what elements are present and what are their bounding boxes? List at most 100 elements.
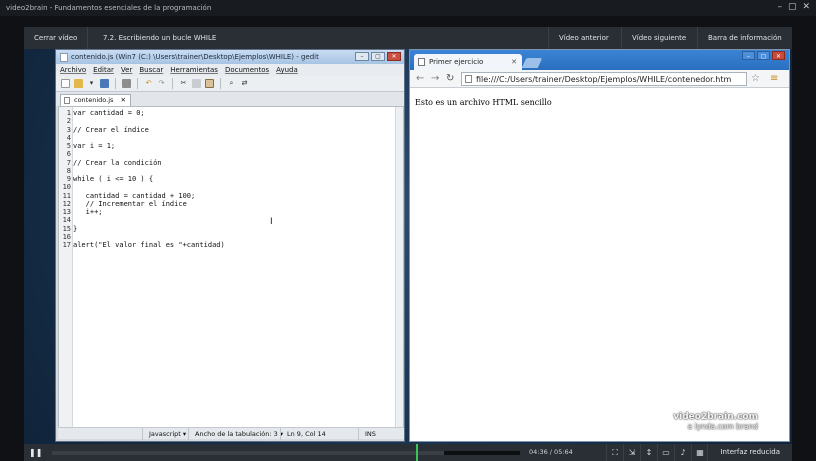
menu-ver[interactable]: Ver: [121, 64, 132, 76]
code-line: 6: [59, 150, 225, 158]
gedit-menubar: Archivo Editar Ver Buscar Herramientas D…: [56, 64, 404, 76]
bookmark-star-icon[interactable]: ☆: [751, 71, 760, 87]
code-line: 15}: [59, 225, 225, 233]
tab-label: contenido.js: [74, 96, 114, 104]
code-text[interactable]: 1 var cantidad = 0; 2 3// Crear el índice 4 5…: [59, 109, 225, 249]
gedit-window: contenido.js (Win7 (C:) \Users\trainer\D…: [55, 49, 405, 442]
subtitles-icon[interactable]: ▭: [657, 444, 674, 461]
line-number: 11: [62, 191, 71, 200]
new-file-icon[interactable]: [61, 79, 70, 88]
line-number: 17: [62, 241, 71, 249]
menu-herramientas[interactable]: Herramientas: [170, 64, 218, 76]
tab-primer-ejercicio[interactable]: Primer ejercicio ✕: [414, 54, 522, 70]
address-bar[interactable]: file:///C:/Users/trainer/Desktop/Ejemplo…: [461, 72, 747, 86]
exit-icon[interactable]: ⇲: [623, 444, 640, 461]
chrome-maximize-button[interactable]: ▢: [757, 51, 770, 60]
close-tab-icon[interactable]: ✕: [511, 54, 517, 70]
code-line: 14: [59, 216, 225, 224]
gedit-maximize-button[interactable]: ▢: [371, 52, 385, 61]
undo-icon[interactable]: ↶: [144, 79, 153, 88]
app-title-bar: video2brain - Fundamentos esenciales de …: [0, 0, 816, 16]
vertical-scrollbar[interactable]: [395, 107, 403, 427]
code-line: 17 alert("El valor final es "+cantidad): [59, 241, 225, 249]
code-editor[interactable]: 1 var cantidad = 0; 2 3// Crear el índice 4 5…: [58, 106, 404, 428]
settings-icon[interactable]: ↕: [640, 444, 657, 461]
text-cursor-icon: I: [270, 217, 273, 227]
watermark-line1: video2brain.com: [673, 412, 758, 422]
menu-documentos[interactable]: Documentos: [225, 64, 269, 76]
toolbar-divider: [137, 78, 138, 89]
close-button[interactable]: ✕: [802, 3, 810, 12]
search-icon[interactable]: ⌕: [227, 79, 236, 88]
code-line-text: // Incrementar el índice: [73, 199, 187, 208]
reduced-interface-button[interactable]: Interfaz reducida: [707, 444, 792, 461]
progress-track[interactable]: [52, 451, 520, 455]
line-number: 8: [66, 166, 71, 175]
tab-width-label: Ancho de la tabulación: 3: [195, 430, 278, 438]
line-number: 7: [66, 158, 71, 167]
chrome-minimize-button[interactable]: –: [742, 51, 755, 60]
progress-fill: [52, 451, 445, 455]
replace-icon[interactable]: ⇄: [240, 79, 249, 88]
code-line: 1 var cantidad = 0;: [59, 109, 225, 117]
line-number: 14: [62, 216, 71, 225]
forward-arrow-icon[interactable]: →: [431, 72, 439, 86]
app-title: video2brain - Fundamentos esenciales de …: [6, 4, 212, 12]
redo-icon[interactable]: ↷: [157, 79, 166, 88]
code-line-text: while ( i <= 10 ) {: [73, 175, 154, 183]
line-number: 4: [66, 133, 71, 142]
menu-icon[interactable]: ≡: [770, 71, 778, 87]
code-line: 3// Crear el índice: [59, 126, 225, 134]
back-arrow-icon[interactable]: ←: [416, 72, 424, 86]
tab-contenido-js[interactable]: contenido.js ✕: [60, 94, 131, 106]
open-folder-icon[interactable]: [74, 79, 83, 88]
save-icon[interactable]: [100, 79, 109, 88]
copy-icon[interactable]: [192, 79, 201, 88]
info-bar-button[interactable]: Barra de información: [697, 27, 792, 49]
gedit-close-button[interactable]: ✕: [387, 52, 401, 61]
close-video-button[interactable]: Cerrar vídeo: [24, 27, 89, 49]
close-tab-icon[interactable]: ✕: [120, 96, 125, 104]
menu-ayuda[interactable]: Ayuda: [276, 64, 298, 76]
paste-icon[interactable]: [205, 79, 214, 88]
code-line-text: cantidad = cantidad + 100;: [73, 191, 196, 200]
code-line-text: // Crear la condición: [73, 158, 162, 167]
video-stage: contenido.js (Win7 (C:) \Users\trainer\D…: [24, 49, 792, 444]
cursor-position: Ln 9, Col 14: [280, 428, 332, 440]
menu-buscar[interactable]: Buscar: [139, 64, 163, 76]
watermark-line2: a lynda.com brand: [687, 422, 758, 431]
insert-mode: INS: [358, 428, 382, 440]
print-icon[interactable]: [122, 79, 131, 88]
next-video-button[interactable]: Vídeo siguiente: [621, 27, 696, 49]
menu-archivo[interactable]: Archivo: [60, 64, 86, 76]
reload-icon[interactable]: ↻: [446, 72, 454, 86]
gedit-minimize-button[interactable]: –: [355, 52, 369, 61]
chrome-window: Primer ejercicio ✕ – ▢ ✕ ← → ↻ file:///C…: [409, 49, 790, 442]
minimize-button[interactable]: –: [777, 3, 782, 12]
page-icon: [465, 75, 472, 83]
new-tab-button[interactable]: [521, 58, 543, 68]
language-selector[interactable]: Javascript ▾: [142, 428, 192, 440]
chevron-down-icon[interactable]: ▾: [87, 79, 96, 88]
line-number: 16: [62, 232, 71, 241]
line-number: 15: [62, 224, 71, 233]
app-window-controls: – ▢ ✕: [777, 3, 810, 12]
code-line: 4: [59, 134, 225, 142]
playhead-marker[interactable]: [416, 444, 418, 461]
fullscreen-icon[interactable]: ⛶: [606, 444, 623, 461]
toolbar-divider: [115, 78, 116, 89]
line-number: 3: [66, 125, 71, 134]
volume-icon[interactable]: ♪: [674, 444, 691, 461]
cut-icon[interactable]: ✂: [179, 79, 188, 88]
code-line: 7// Crear la condición: [59, 159, 225, 167]
line-number: 1: [66, 109, 71, 117]
player-bottom-bar: ❚❚ 04:36 / 05:64 ⛶ ⇲ ↕ ▭ ♪ ▦ Interfaz re…: [24, 444, 792, 461]
previous-video-button[interactable]: Vídeo anterior: [548, 27, 619, 49]
chrome-close-button[interactable]: ✕: [772, 51, 785, 60]
gedit-toolbar: ▾ ↶ ↷ ✂ ⌕ ⇄: [56, 76, 404, 92]
layout-icon[interactable]: ▦: [691, 444, 708, 461]
tab-width-selector[interactable]: Ancho de la tabulación: 3 ▾: [188, 428, 289, 440]
pause-icon[interactable]: ❚❚: [29, 448, 42, 457]
maximize-button[interactable]: ▢: [788, 3, 797, 12]
menu-editar[interactable]: Editar: [93, 64, 114, 76]
